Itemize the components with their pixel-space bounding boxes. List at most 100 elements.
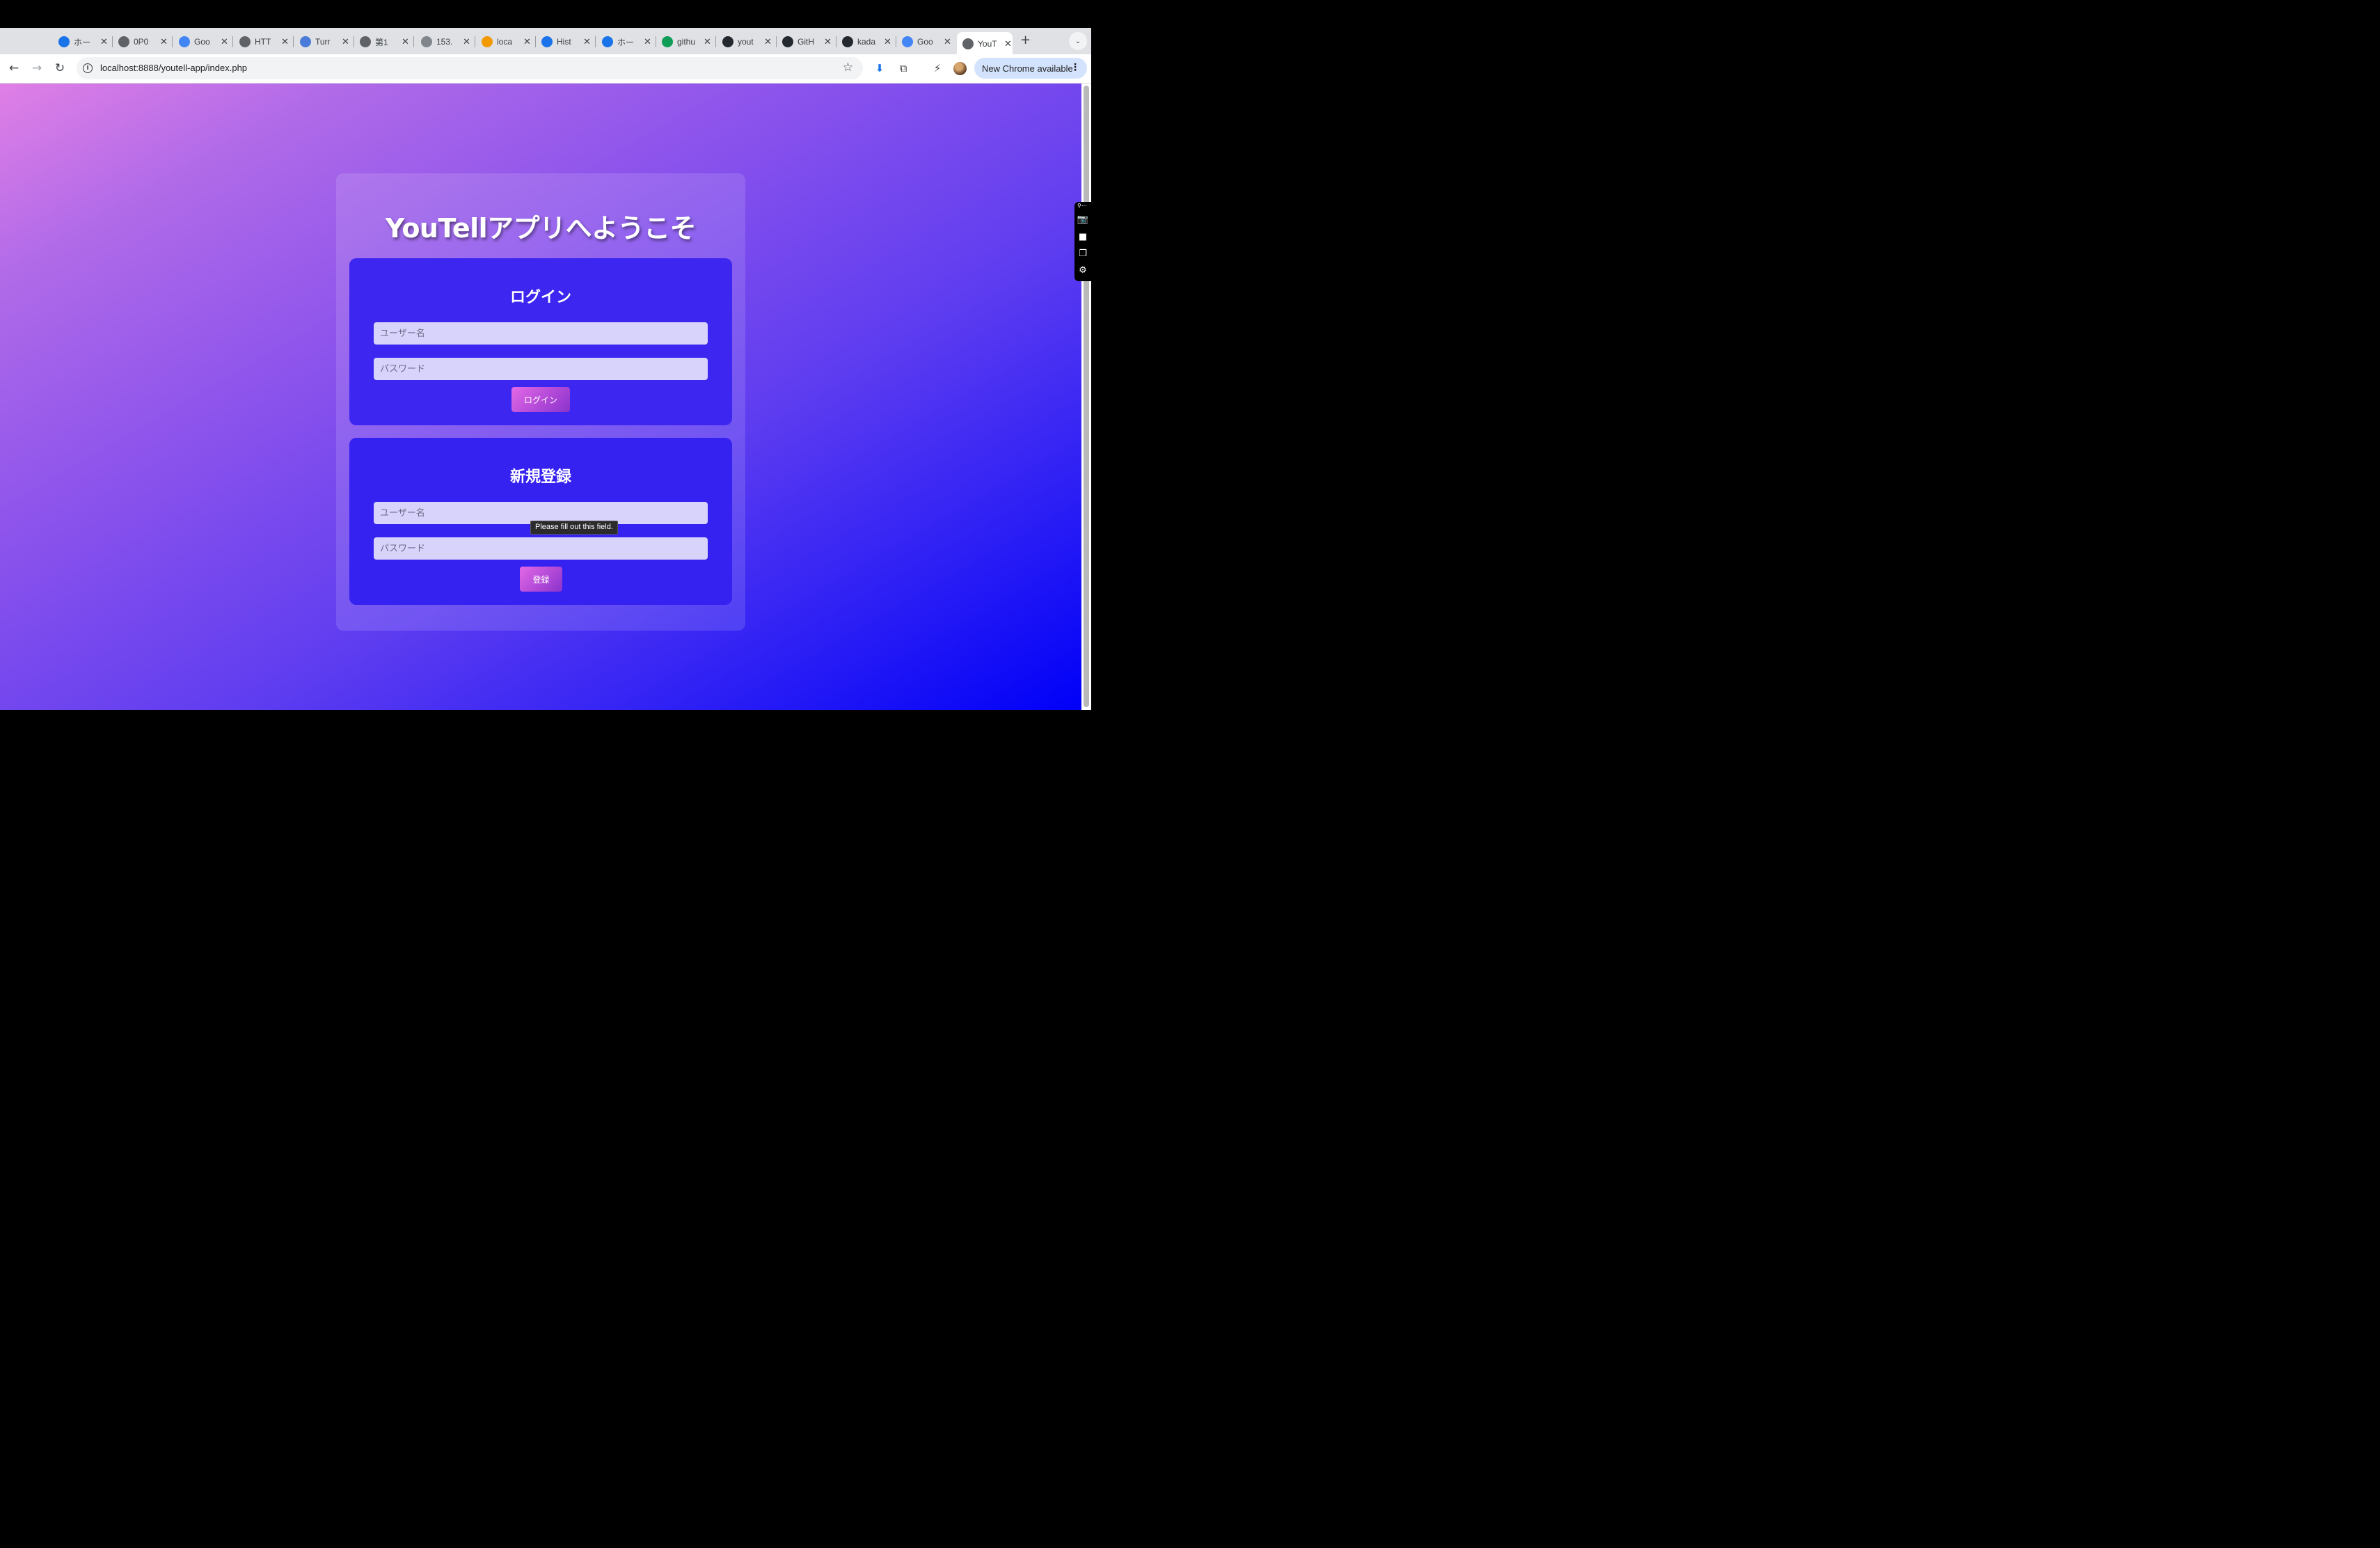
- bookmark-star-icon[interactable]: ☆: [843, 61, 853, 74]
- tab-separator: [715, 36, 716, 47]
- forward-icon[interactable]: →: [29, 60, 45, 77]
- tab-close-icon[interactable]: ✕: [523, 36, 531, 47]
- browser-tab[interactable]: Hist ✕: [536, 33, 596, 51]
- tab-separator: [232, 36, 233, 47]
- translate-icon: [902, 36, 913, 47]
- login-username-input[interactable]: [374, 322, 708, 345]
- tab-title: Hist: [557, 37, 571, 47]
- sheets-icon: [662, 36, 673, 47]
- back-icon[interactable]: ←: [6, 60, 22, 77]
- tab-close-icon[interactable]: ✕: [1004, 38, 1012, 49]
- video-camera-icon[interactable]: ■: [1077, 231, 1088, 242]
- download-icon[interactable]: ⬇: [872, 61, 887, 76]
- reload-icon[interactable]: ↻: [51, 60, 68, 77]
- globe-icon: [421, 36, 432, 47]
- tab-title: kada: [857, 37, 876, 47]
- browser-toolbar: ← → ↻ i localhost:8888/youtell-app/index…: [0, 54, 1091, 84]
- register-button[interactable]: 登録: [520, 567, 562, 592]
- register-heading: 新規登録: [509, 468, 571, 486]
- welcome-container: YouTellアプリへようこそ ログイン ログイン 新規登録 登録: [336, 173, 745, 631]
- tab-close-icon[interactable]: ✕: [342, 36, 349, 47]
- browser-tab[interactable]: Turr ✕: [294, 33, 354, 51]
- page-title: YouTellアプリへようこそ: [385, 213, 697, 244]
- tab-title: 第1: [375, 37, 388, 47]
- tab-title: 0P0: [134, 37, 149, 47]
- address-bar[interactable]: i localhost:8888/youtell-app/index.php ☆: [77, 57, 863, 79]
- browser-tab[interactable]: yout ✕: [717, 33, 777, 51]
- tab-title: GitH: [798, 37, 814, 47]
- github-icon: [842, 36, 853, 47]
- settings-gear-icon[interactable]: ⚙: [1077, 264, 1088, 276]
- new-tab-button[interactable]: +: [1020, 33, 1031, 47]
- window-capture-icon[interactable]: ❐: [1077, 248, 1088, 259]
- tab-close-icon[interactable]: ✕: [644, 36, 651, 47]
- url-text[interactable]: localhost:8888/youtell-app/index.php: [100, 63, 247, 73]
- tab-separator: [172, 36, 173, 47]
- tab-title: yout: [738, 37, 754, 47]
- tab-close-icon[interactable]: ✕: [281, 36, 289, 47]
- tab-title: HTT: [255, 37, 271, 47]
- browser-tab[interactable]: ホー ✕: [596, 33, 656, 51]
- tab-close-icon[interactable]: ✕: [463, 36, 470, 47]
- tab-strip: ホー ✕ 0P0 ✕ Goo ✕ HTT ✕ Turr ✕ 第1 ✕ 153. ✕ loca ✕ Hist ✕ ホー…: [0, 28, 1091, 55]
- update-chrome-button[interactable]: New Chrome available ⋮: [974, 58, 1087, 79]
- browser-tab[interactable]: HTT ✕: [234, 33, 294, 51]
- tab-close-icon[interactable]: ✕: [402, 36, 409, 47]
- tab-title: ホー: [74, 37, 91, 47]
- pma-icon: [482, 36, 493, 47]
- tab-close-icon[interactable]: ✕: [764, 36, 772, 47]
- browser-tab[interactable]: ホー ✕: [53, 33, 113, 51]
- browser-tab[interactable]: GitH ✕: [777, 33, 836, 51]
- login-button[interactable]: ログイン: [511, 387, 570, 412]
- browser-tab[interactable]: loca ✕: [476, 33, 536, 51]
- browser-tab[interactable]: 153. ✕: [415, 33, 475, 51]
- tab-close-icon[interactable]: ✕: [704, 36, 711, 47]
- browser-tab[interactable]: Goo ✕: [896, 33, 955, 51]
- tab-close-icon[interactable]: ✕: [944, 36, 951, 47]
- translate-icon: [179, 36, 190, 47]
- browser-tab[interactable]: 0P0 ✕: [113, 33, 173, 51]
- tab-close-icon[interactable]: ✕: [221, 36, 228, 47]
- tab-close-icon[interactable]: ✕: [884, 36, 891, 47]
- tab-separator: [595, 36, 596, 47]
- globe-icon: [962, 38, 974, 49]
- update-chip-label: New Chrome available: [982, 63, 1073, 74]
- profile-avatar[interactable]: [953, 62, 967, 75]
- gdrive-icon: [602, 36, 613, 47]
- capture-more-icon[interactable]: ⚲⋯: [1077, 203, 1087, 209]
- screen-capture-toolbar: ⚲⋯ 📷 ■ ❐ ⚙: [1074, 202, 1091, 281]
- site-info-icon[interactable]: i: [83, 63, 93, 73]
- browser-tab[interactable]: kada ✕: [836, 33, 896, 51]
- tab-search-button[interactable]: ⌄: [1069, 32, 1087, 50]
- tab-close-icon[interactable]: ✕: [824, 36, 832, 47]
- gdrive-icon: [58, 36, 70, 47]
- scrollbar-thumb[interactable]: [1084, 86, 1089, 707]
- browser-tab[interactable]: 第1 ✕: [354, 33, 414, 51]
- camera-icon[interactable]: 📷: [1077, 214, 1088, 225]
- tab-title: Turr: [315, 37, 331, 47]
- slash-icon: [300, 36, 311, 47]
- globe-icon: [118, 36, 129, 47]
- tab-close-icon[interactable]: ✕: [583, 36, 591, 47]
- tab-separator: [413, 36, 414, 47]
- menu-kebab-icon[interactable]: ⋮: [1070, 62, 1080, 73]
- history-icon: [541, 36, 553, 47]
- extensions-icon[interactable]: ⧉: [896, 61, 911, 76]
- tab-title: YouT: [978, 38, 997, 49]
- browser-tab[interactable]: YouT ✕: [957, 32, 1013, 55]
- browser-tab[interactable]: githu ✕: [656, 33, 716, 51]
- validation-tooltip: Please fill out this field.: [530, 521, 618, 535]
- login-panel: ログイン ログイン: [349, 258, 732, 425]
- github-icon: [782, 36, 793, 47]
- tab-title: githu: [677, 37, 696, 47]
- browser-tab[interactable]: Goo ✕: [173, 33, 233, 51]
- profile-icon: [360, 36, 371, 47]
- register-password-input[interactable]: [374, 537, 708, 560]
- tab-close-icon[interactable]: ✕: [100, 36, 108, 47]
- tab-close-icon[interactable]: ✕: [160, 36, 168, 47]
- performance-icon[interactable]: ⚡: [930, 61, 945, 76]
- globe-icon: [239, 36, 251, 47]
- tab-title: ホー: [617, 37, 635, 47]
- tab-title: Goo: [194, 37, 210, 47]
- login-password-input[interactable]: [374, 358, 708, 380]
